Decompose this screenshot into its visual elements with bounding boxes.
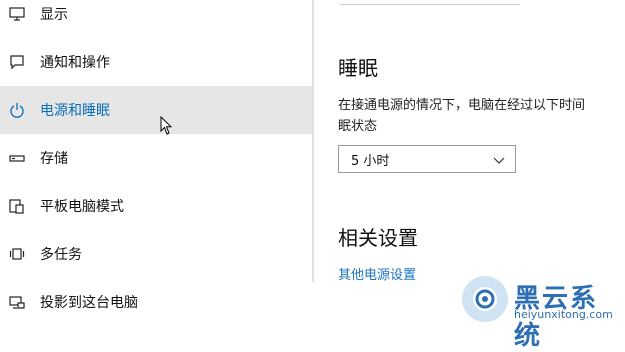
sleep-description-line2: 眠状态 bbox=[338, 119, 378, 134]
sleep-time-select[interactable]: 5 小时 bbox=[338, 145, 516, 173]
sidebar-item-tablet-mode[interactable]: 平板电脑模式 bbox=[0, 182, 312, 230]
other-power-settings-link[interactable]: 其他电源设置 bbox=[338, 264, 416, 283]
top-scroll-edge bbox=[340, 0, 520, 5]
sidebar-item-label: 通知和操作 bbox=[40, 55, 110, 71]
sidebar-item-storage[interactable]: 存储 bbox=[0, 134, 312, 182]
message-icon bbox=[8, 53, 26, 71]
sidebar-item-display[interactable]: 显示 bbox=[0, 0, 312, 38]
power-icon bbox=[8, 101, 26, 119]
drive-icon bbox=[8, 149, 26, 167]
related-settings-title: 相关设置 bbox=[338, 226, 418, 250]
sleep-section-title: 睡眠 bbox=[338, 56, 378, 80]
sidebar-item-label: 存储 bbox=[40, 151, 68, 167]
settings-sidebar: 显示 通知和操作 电源和睡眠 存储 平板电脑模式 多任务 投影到这台电脑 bbox=[0, 0, 312, 324]
sidebar-item-label: 电源和睡眠 bbox=[40, 103, 110, 119]
monitor-icon bbox=[8, 5, 26, 23]
sidebar-divider bbox=[312, 0, 314, 282]
watermark: 黑云系统 heiyunxitong.com bbox=[462, 276, 625, 351]
sidebar-item-power-sleep[interactable]: 电源和睡眠 bbox=[0, 86, 312, 134]
watermark-url: heiyunxitong.com bbox=[514, 308, 613, 321]
sidebar-item-project-to-pc[interactable]: 投影到这台电脑 bbox=[0, 278, 312, 326]
mouse-cursor-icon bbox=[160, 115, 174, 140]
sidebar-item-label: 平板电脑模式 bbox=[40, 199, 124, 215]
sidebar-item-notifications[interactable]: 通知和操作 bbox=[0, 38, 312, 86]
chevron-down-icon bbox=[493, 154, 505, 169]
sleep-description-line1: 在接通电源的情况下，电脑在经过以下时间 bbox=[338, 98, 586, 113]
watermark-logo-icon bbox=[462, 276, 508, 322]
tablet-icon bbox=[8, 197, 26, 215]
sleep-time-value: 5 小时 bbox=[351, 153, 390, 169]
project-icon bbox=[8, 293, 26, 311]
sidebar-item-label: 投影到这台电脑 bbox=[40, 295, 138, 311]
sidebar-item-label: 显示 bbox=[40, 7, 68, 23]
sidebar-item-multitasking[interactable]: 多任务 bbox=[0, 230, 312, 278]
sidebar-item-label: 多任务 bbox=[40, 247, 82, 263]
multitask-icon bbox=[8, 245, 26, 263]
